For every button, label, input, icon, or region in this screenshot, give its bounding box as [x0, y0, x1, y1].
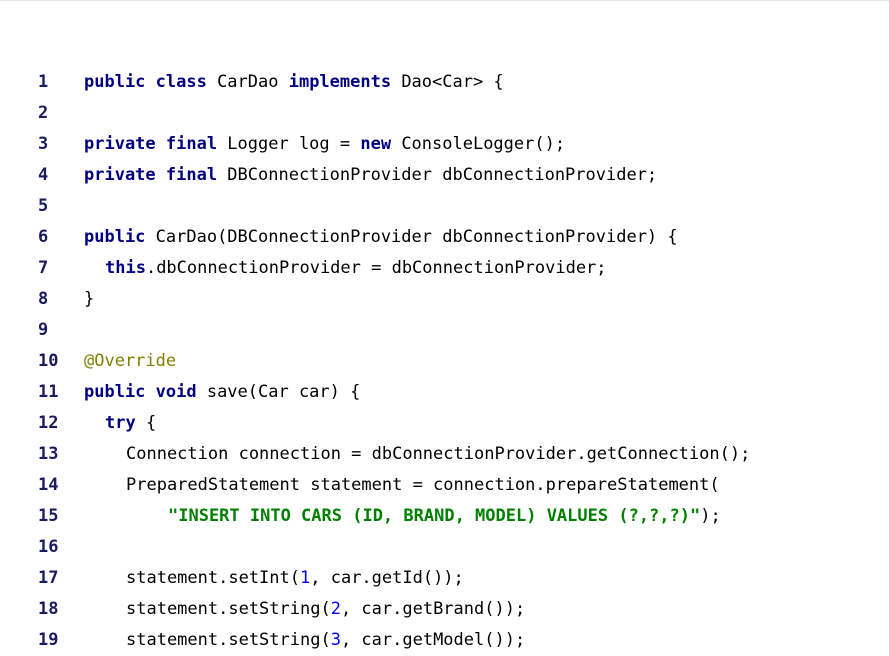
- code-token: );: [700, 506, 721, 526]
- line-code: statement.setString(2, car.getBrand());: [126, 594, 525, 625]
- line-number: 7: [38, 258, 49, 278]
- line-code: }: [84, 284, 94, 315]
- code-line: 3 private final Logger log = new ConsoleL…: [0, 129, 889, 160]
- code-line: 16: [0, 532, 889, 563]
- line-code: public CarDao(DBConnectionProvider dbCon…: [84, 222, 678, 253]
- keyword-token: public: [84, 227, 146, 247]
- line-code: Connection connection = dbConnectionProv…: [126, 439, 750, 470]
- code-token: {: [135, 413, 157, 433]
- code-line: 5: [0, 191, 889, 222]
- number-literal-token: 2: [330, 599, 341, 619]
- line-number: 3: [38, 134, 49, 154]
- line-number: 18: [38, 599, 59, 619]
- line-number: 17: [38, 568, 59, 588]
- code-line: 14 PreparedStatement statement = connecti…: [0, 470, 889, 501]
- line-code: @Override: [84, 346, 176, 377]
- code-line: 6 public CarDao(DBConnectionProvider dbCo…: [0, 222, 889, 253]
- code-token: , car.getModel());: [340, 630, 526, 650]
- code-block: 1 public class CarDao implements Dao<Car>…: [0, 67, 889, 656]
- line-number: 16: [38, 537, 59, 557]
- keyword-token: try: [105, 413, 136, 433]
- line-code: public class CarDao implements Dao<Car> …: [84, 67, 504, 98]
- code-token: save(Car car) {: [196, 382, 361, 402]
- code-line: 13 Connection connection = dbConnectionPr…: [0, 439, 889, 470]
- code-token: CarDao(DBConnectionProvider dbConnection…: [145, 227, 678, 247]
- line-number: 11: [38, 382, 59, 402]
- code-line: 11 public void save(Car car) {: [0, 377, 889, 408]
- code-line: 12 try {: [0, 408, 889, 439]
- code-token: , car.getId());: [310, 568, 464, 588]
- number-literal-token: 3: [330, 630, 341, 650]
- code-token: Logger log =: [217, 134, 361, 154]
- line-number: 14: [38, 475, 59, 495]
- code-line: 10 @Override: [0, 346, 889, 377]
- line-code: "INSERT INTO CARS (ID, BRAND, MODEL) VAL…: [168, 501, 721, 532]
- line-number: 4: [38, 165, 49, 185]
- code-line: 18 statement.setString(2, car.getBrand())…: [0, 594, 889, 625]
- line-code: private final DBConnectionProvider dbCon…: [84, 160, 657, 191]
- keyword-token: this: [105, 258, 146, 278]
- code-token: Dao<Car> {: [391, 72, 504, 92]
- number-literal-token: 1: [300, 568, 311, 588]
- code-token: .dbConnectionProvider = dbConnectionProv…: [145, 258, 607, 278]
- line-code: PreparedStatement statement = connection…: [126, 470, 720, 501]
- line-number: 19: [38, 630, 59, 650]
- code-line: 4 private final DBConnectionProvider dbCo…: [0, 160, 889, 191]
- code-token: statement.setString(: [126, 630, 331, 650]
- code-line: 15 "INSERT INTO CARS (ID, BRAND, MODEL) V…: [0, 501, 889, 532]
- keyword-token: new: [360, 134, 392, 154]
- line-number: 2: [38, 103, 49, 123]
- line-code: private final Logger log = new ConsoleLo…: [84, 129, 565, 160]
- code-line: 7 this.dbConnectionProvider = dbConnectio…: [0, 253, 889, 284]
- line-code: this.dbConnectionProvider = dbConnection…: [105, 253, 607, 284]
- line-number: 8: [38, 289, 49, 309]
- line-number: 12: [38, 413, 59, 433]
- code-token: Connection connection = dbConnectionProv…: [126, 444, 751, 464]
- code-line: 17 statement.setInt(1, car.getId());: [0, 563, 889, 594]
- string-literal-token: "INSERT INTO CARS (ID, BRAND, MODEL) VAL…: [168, 506, 701, 526]
- code-token: , car.getBrand());: [340, 599, 526, 619]
- code-token: CarDao: [206, 72, 289, 92]
- line-code: statement.setString(3, car.getModel());: [126, 625, 525, 656]
- line-code: public void save(Car car) {: [84, 377, 360, 408]
- line-number: 9: [38, 320, 49, 340]
- keyword-token: private final: [84, 134, 218, 154]
- code-line: 1 public class CarDao implements Dao<Car>…: [0, 67, 889, 98]
- keyword-token: private final: [84, 165, 218, 185]
- line-code: try {: [105, 408, 156, 439]
- code-line: 9: [0, 315, 889, 346]
- line-number: 5: [38, 196, 49, 216]
- code-line: 2: [0, 98, 889, 129]
- top-divider: [0, 0, 889, 1]
- annotation-token: @Override: [84, 351, 177, 371]
- line-code: statement.setInt(1, car.getId());: [126, 563, 464, 594]
- code-token: statement.setString(: [126, 599, 331, 619]
- code-token: statement.setInt(: [126, 568, 300, 588]
- code-token: ConsoleLogger();: [391, 134, 566, 154]
- keyword-token: public class: [84, 72, 207, 92]
- line-number: 10: [38, 351, 59, 371]
- code-line: 19 statement.setString(3, car.getModel())…: [0, 625, 889, 656]
- line-number: 6: [38, 227, 49, 247]
- code-token: DBConnectionProvider dbConnectionProvide…: [217, 165, 658, 185]
- code-line: 8}: [0, 284, 889, 315]
- keyword-token: public void: [84, 382, 197, 402]
- code-token: }: [84, 289, 95, 309]
- line-number: 15: [38, 506, 59, 526]
- line-number: 13: [38, 444, 59, 464]
- keyword-token: implements: [288, 72, 392, 92]
- line-number: 1: [38, 72, 49, 92]
- code-token: PreparedStatement statement = connection…: [126, 475, 720, 495]
